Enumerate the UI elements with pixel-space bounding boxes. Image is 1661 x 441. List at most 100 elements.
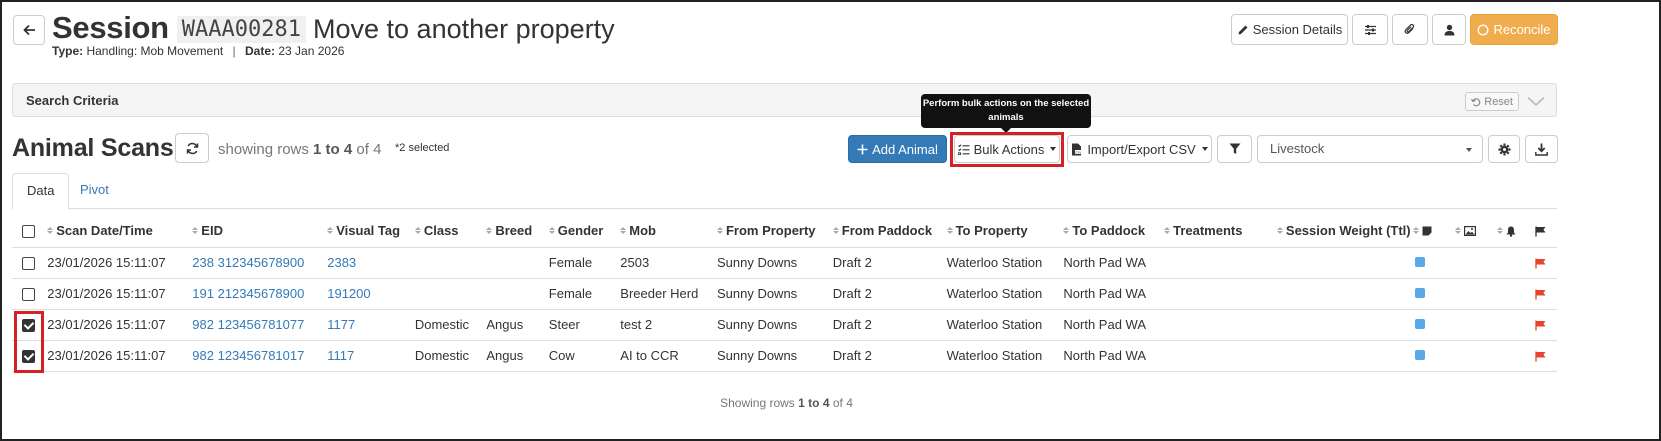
- back-button[interactable]: [13, 15, 45, 45]
- sort-icon: [1063, 226, 1070, 234]
- column-header[interactable]: From Property: [716, 214, 833, 248]
- column-header[interactable]: [1534, 214, 1557, 248]
- user-button[interactable]: [1432, 14, 1466, 45]
- column-header[interactable]: Visual Tag: [327, 214, 415, 248]
- cell-mob: 2503: [620, 247, 717, 279]
- cell-breed: [486, 247, 549, 279]
- attachments-button[interactable]: [1392, 14, 1428, 45]
- column-header[interactable]: [1455, 214, 1498, 248]
- cell-treatments: [1164, 247, 1277, 279]
- view-tabs: Data Pivot: [12, 173, 1557, 210]
- cell-class: Domestic: [414, 340, 487, 372]
- tab-data[interactable]: Data: [12, 173, 70, 210]
- user-icon: [1444, 24, 1454, 35]
- column-header[interactable]: Breed: [486, 214, 549, 248]
- column-header[interactable]: Scan Date/Time: [47, 214, 193, 248]
- table-row[interactable]: 23/01/2026 15:11:07 191 212345678900 19120…: [12, 278, 1557, 310]
- session-details-button[interactable]: Session Details: [1231, 14, 1348, 45]
- page-title: Session WAAA00281 Move to another proper…: [52, 10, 615, 46]
- column-header[interactable]: From Paddock: [832, 214, 947, 248]
- flag-icon[interactable]: [1535, 289, 1546, 300]
- cell-eid[interactable]: 982 123456781077: [192, 309, 328, 341]
- table-row[interactable]: 23/01/2026 15:11:07 982 123456781017 1117 D…: [12, 340, 1557, 372]
- column-label: From Paddock: [841, 222, 933, 238]
- table-row[interactable]: 23/01/2026 15:11:07 982 123456781077 1177 D…: [12, 309, 1557, 341]
- cell-weight: [1276, 247, 1413, 279]
- note-icon[interactable]: [1414, 319, 1425, 329]
- column-header[interactable]: EID: [192, 214, 328, 248]
- column-header[interactable]: Treatments: [1164, 214, 1277, 248]
- cell-from-property: Sunny Downs: [716, 278, 833, 310]
- sort-icon: [486, 226, 493, 234]
- column-label: EID: [201, 222, 223, 238]
- column-label: Class: [423, 222, 459, 238]
- cell-tag[interactable]: 1177: [327, 309, 415, 341]
- download-button[interactable]: [1525, 135, 1558, 163]
- cell-mob: test 2: [620, 309, 717, 341]
- table-row[interactable]: 23/01/2026 15:11:07 238 312345678900 2383 F…: [12, 247, 1557, 279]
- column-header[interactable]: [1497, 214, 1535, 248]
- cell-class: [414, 247, 487, 279]
- column-header[interactable]: Session Weight (Ttl): [1276, 214, 1413, 248]
- column-header[interactable]: Gender: [548, 214, 621, 248]
- chevron-down-icon[interactable]: [1526, 92, 1546, 110]
- filter-settings-button[interactable]: [1352, 14, 1388, 45]
- cell-treatments: [1164, 340, 1277, 372]
- add-animal-button[interactable]: Add Animal: [848, 135, 947, 163]
- flag-icon[interactable]: [1535, 320, 1546, 331]
- cell-eid[interactable]: 238 312345678900: [192, 247, 328, 279]
- footer-prefix: Showing rows: [720, 396, 795, 410]
- note-icon[interactable]: [1414, 288, 1425, 298]
- column-header[interactable]: [1412, 214, 1456, 248]
- table-header-row: Scan Date/Time EID Visual Tag Class Bree…: [12, 214, 1557, 248]
- column-header[interactable]: Class: [414, 214, 487, 248]
- reconcile-button[interactable]: Reconcile: [1470, 14, 1558, 45]
- refresh-button[interactable]: [175, 133, 209, 163]
- animal-scans-table: Scan Date/Time EID Visual Tag Class Bree…: [12, 214, 1557, 372]
- cell-image: [1455, 309, 1498, 341]
- cell-image: [1455, 340, 1498, 372]
- rows-total: 4: [373, 141, 382, 158]
- refresh-icon: [186, 142, 198, 154]
- reset-button[interactable]: Reset: [1465, 92, 1519, 111]
- cell-alert: [1497, 278, 1535, 310]
- livestock-select-value: Livestock: [1270, 141, 1325, 156]
- cell-tag[interactable]: 2383: [327, 247, 415, 279]
- column-header[interactable]: Mob: [620, 214, 717, 248]
- cell-tag[interactable]: 191200: [327, 278, 415, 310]
- flag-icon[interactable]: [1535, 258, 1546, 269]
- select-all-checkbox[interactable]: [22, 224, 35, 238]
- filter-button[interactable]: [1217, 135, 1252, 163]
- section-title: Animal Scans: [12, 134, 174, 162]
- cell-to-property: Waterloo Station: [946, 247, 1064, 279]
- sort-icon: [548, 226, 555, 234]
- search-criteria-title: Search Criteria: [26, 93, 119, 108]
- sort-icon: [1455, 226, 1462, 234]
- cell-image: [1455, 278, 1498, 310]
- row-checkbox[interactable]: [22, 257, 35, 271]
- column-label: Mob: [629, 222, 656, 238]
- cell-tag[interactable]: 1117: [327, 340, 415, 372]
- cell-eid[interactable]: 191 212345678900: [192, 278, 328, 310]
- rows-info: showing rows 1 to 4 of 4: [218, 141, 381, 158]
- search-criteria-panel[interactable]: Search Criteria Reset: [12, 83, 1557, 117]
- paperclip-icon: [1404, 23, 1415, 34]
- import-export-csv-button[interactable]: csv Import/Export CSV: [1067, 135, 1212, 163]
- cell-eid[interactable]: 982 123456781017: [192, 340, 328, 372]
- column-label: Scan Date/Time: [56, 222, 153, 238]
- sort-icon: [327, 226, 334, 234]
- livestock-select[interactable]: Livestock: [1257, 135, 1483, 163]
- cell-weight: [1276, 309, 1413, 341]
- column-header[interactable]: To Property: [946, 214, 1064, 248]
- column-header[interactable]: To Paddock: [1063, 214, 1165, 248]
- row-checkbox[interactable]: [22, 288, 35, 302]
- cell-scan: 23/01/2026 15:11:07: [47, 309, 193, 341]
- sliders-icon: [1364, 24, 1376, 35]
- note-icon[interactable]: [1414, 350, 1425, 360]
- flag-icon[interactable]: [1535, 351, 1546, 362]
- tab-pivot[interactable]: Pivot: [66, 173, 123, 209]
- cell-note: [1412, 309, 1456, 341]
- note-icon[interactable]: [1414, 257, 1425, 267]
- import-export-label: Import/Export CSV: [1087, 141, 1196, 157]
- settings-button[interactable]: [1488, 135, 1520, 163]
